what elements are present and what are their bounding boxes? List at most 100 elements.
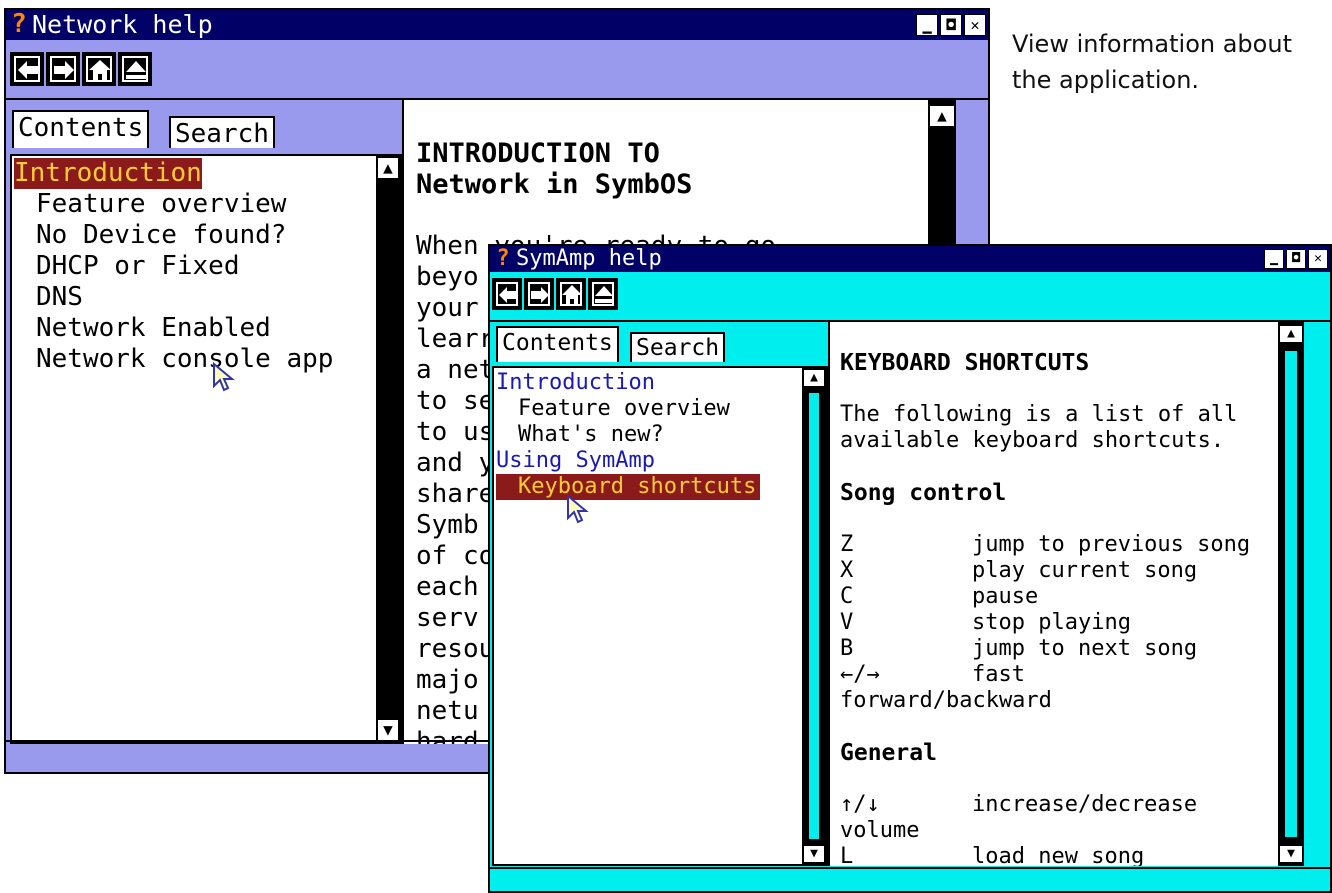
eject-icon: [126, 61, 146, 79]
toc-item-label: No Device found?: [36, 220, 287, 250]
home-icon: [89, 60, 111, 80]
back-arrow-icon: [499, 287, 517, 303]
shortcut-action: jump to previous song: [972, 532, 1251, 557]
shortcut-key: B: [840, 636, 854, 661]
toc-item-label: DHCP or Fixed: [36, 251, 240, 281]
doc-pane: KEYBOARD SHORTCUTS The following is a li…: [828, 322, 1278, 866]
minimize-button[interactable]: ▁: [1264, 249, 1284, 269]
tab-contents[interactable]: Contents: [496, 326, 619, 362]
song-shortcut-list: Zjump to previous song Xplay current song…: [840, 532, 1250, 688]
shortcut-row: Cpause: [840, 584, 1250, 610]
forward-arrow-icon: [54, 61, 74, 79]
shortcut-row: Vstop playing: [840, 610, 1250, 636]
toc-item[interactable]: No Device found?: [12, 220, 374, 251]
forward-button[interactable]: [524, 278, 554, 310]
tab-contents[interactable]: Contents: [12, 110, 150, 148]
shortcut-row: Bjump to next song: [840, 636, 1250, 662]
toc-item-label: Using SymAmp: [496, 448, 655, 473]
shortcut-key: ←/→: [840, 662, 880, 687]
toc-item[interactable]: Feature overview: [12, 189, 374, 220]
scroll-down-icon[interactable]: ▼: [1280, 846, 1302, 862]
toc-item[interactable]: Introduction: [494, 370, 800, 396]
toc-item-label: What's new?: [518, 422, 664, 447]
general-shortcut-list: ↑/↓ increase/decrease: [840, 792, 1250, 818]
toc-pane: Introduction Feature overview No Device fo…: [10, 154, 402, 744]
toolbar: [490, 272, 1330, 322]
toc-item-label: Introduction: [496, 370, 655, 395]
toc-item[interactable]: Using SymAmp: [494, 448, 800, 474]
toc-item-label: Feature overview: [36, 189, 287, 219]
toc-scrollbar[interactable]: ▲ ▼: [376, 156, 400, 742]
shortcut-action: pause: [972, 584, 1039, 609]
back-button[interactable]: [492, 278, 522, 310]
section-heading-general: General: [840, 740, 937, 766]
home-button[interactable]: [82, 52, 116, 86]
back-arrow-icon: [18, 61, 38, 79]
shortcut-key: Z: [840, 532, 854, 557]
shortcut-action: jump to next song: [972, 636, 1198, 661]
eject-button[interactable]: [118, 52, 152, 86]
toc-item[interactable]: Network console app: [12, 344, 374, 375]
minimize-button[interactable]: ▁: [916, 14, 938, 36]
scroll-up-icon[interactable]: ▲: [930, 106, 954, 126]
shortcut-key: ↑/↓: [840, 792, 880, 817]
scroll-down-icon[interactable]: ▼: [378, 720, 398, 740]
scroll-up-icon[interactable]: ▲: [378, 158, 398, 178]
tab-search[interactable]: Search: [169, 116, 275, 149]
doc-intro-line: The following is a list of all: [840, 402, 1238, 427]
mouse-pointer-icon: [213, 362, 235, 392]
caption-text: View information about the application.: [1012, 30, 1292, 94]
tab-search[interactable]: Search: [630, 332, 726, 362]
doc-heading: KEYBOARD SHORTCUTS: [840, 350, 1090, 376]
toc-item-label: Network console app: [36, 344, 334, 374]
toc-item[interactable]: DNS: [12, 282, 374, 313]
close-button[interactable]: ✕: [1308, 249, 1328, 269]
scroll-up-icon[interactable]: ▲: [804, 370, 824, 386]
toc-item-label: Network Enabled: [36, 313, 271, 343]
symamp-help-window: ? SymAmp help ▁ ◘ ✕ Contents Search Intr…: [488, 244, 1332, 893]
toc-item[interactable]: What's new?: [494, 422, 800, 448]
title-bar[interactable]: ? Network help ▁ ◘ ✕: [6, 10, 988, 40]
back-button[interactable]: [10, 52, 44, 86]
toc-item-label: Introduction: [14, 158, 202, 189]
shortcut-action: load new song: [972, 844, 1145, 866]
doc-intro-line: available keyboard shortcuts.: [840, 428, 1225, 453]
help-app-icon: ?: [11, 9, 27, 39]
toc-item[interactable]: Network Enabled: [12, 313, 374, 344]
toc-item[interactable]: Keyboard shortcuts: [494, 474, 800, 500]
shortcut-row: ↑/↓ increase/decrease: [840, 792, 1250, 818]
doc-heading-2: Network in SymbOS: [416, 169, 693, 200]
forward-button[interactable]: [46, 52, 80, 86]
shortcut-action: increase/decrease: [972, 792, 1198, 817]
toc-item[interactable]: Introduction: [12, 158, 374, 189]
toc-item[interactable]: Feature overview: [494, 396, 800, 422]
toc-pane: Introduction Feature overview What's new? U…: [492, 366, 828, 866]
scroll-down-icon[interactable]: ▼: [804, 846, 824, 862]
toc-item-label: Keyboard shortcuts: [496, 474, 761, 500]
toc-item[interactable]: DHCP or Fixed: [12, 251, 374, 282]
maximize-button[interactable]: ◘: [1286, 249, 1306, 269]
shortcut-row: Zjump to previous song: [840, 532, 1250, 558]
toc-list: Introduction Feature overview What's new? U…: [494, 370, 800, 500]
eject-button[interactable]: [588, 278, 618, 310]
title-bar[interactable]: ? SymAmp help ▁ ◘ ✕: [490, 246, 1330, 272]
doc-heading: INTRODUCTION TO: [416, 138, 660, 169]
close-button[interactable]: ✕: [964, 14, 986, 36]
shortcut-action: fast: [972, 662, 1025, 687]
status-bar: [490, 867, 1330, 891]
home-button[interactable]: [556, 278, 586, 310]
wrapped-text: volume: [840, 818, 920, 843]
shortcut-action: stop playing: [972, 610, 1131, 635]
shortcut-row: ←/→ fast: [840, 662, 1250, 688]
doc-scrollbar[interactable]: ▲ ▼: [1278, 322, 1304, 866]
help-app-icon: ?: [496, 246, 510, 271]
window-title: SymAmp help: [516, 246, 662, 271]
eject-icon: [595, 286, 613, 303]
scroll-up-icon[interactable]: ▲: [1280, 326, 1302, 342]
shortcut-key: L: [840, 844, 854, 866]
mouse-pointer-icon: [567, 494, 589, 524]
maximize-button[interactable]: ◘: [940, 14, 962, 36]
shortcut-action: play current song: [972, 558, 1198, 583]
toolbar: [6, 40, 988, 100]
toc-scrollbar[interactable]: ▲ ▼: [802, 368, 826, 864]
